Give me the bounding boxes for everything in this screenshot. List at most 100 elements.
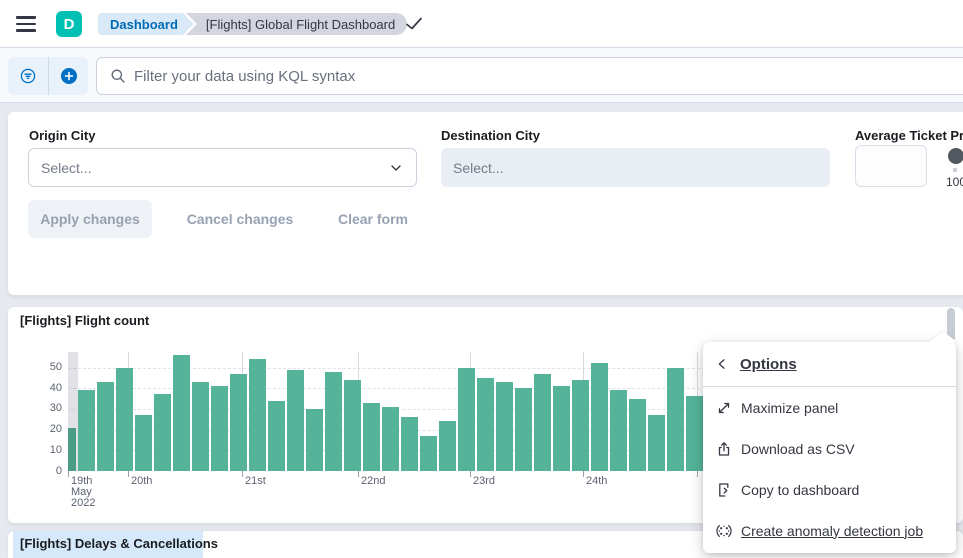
chart-bar[interactable] (610, 390, 628, 471)
menu-item-label: Copy to dashboard (741, 482, 859, 498)
y-axis-label: 30 (30, 402, 62, 414)
chart-bar[interactable] (686, 396, 704, 471)
x-axis-tick (128, 471, 129, 477)
x-axis-tick (242, 471, 243, 477)
menu-back-options[interactable]: Options (703, 342, 956, 386)
y-axis-label: 50 (30, 361, 62, 373)
menu-item-download-csv[interactable]: Download as CSV (703, 428, 956, 469)
chart-bar[interactable] (192, 382, 210, 471)
menu-item-create-anomaly-detection-job[interactable]: Create anomaly detection job (703, 510, 956, 551)
x-axis-tick (68, 471, 69, 477)
chart-bar[interactable] (230, 374, 248, 471)
query-bar (0, 48, 963, 103)
ml-icon (716, 523, 732, 539)
dashboard-controls-panel: Origin City Select... Destination City S… (8, 112, 963, 295)
plus-circle-icon (61, 68, 77, 84)
chart-bar[interactable] (135, 415, 153, 471)
chart-bar[interactable] (154, 394, 172, 471)
chart-bar[interactable] (477, 378, 495, 471)
apply-changes-button[interactable]: Apply changes (28, 200, 152, 238)
maximize-icon (716, 400, 732, 416)
price-slider-handle[interactable] (948, 148, 963, 164)
x-axis-label: 20th (131, 476, 152, 487)
chart-bar[interactable] (68, 428, 76, 471)
average-ticket-price-label: Average Ticket Price (855, 128, 963, 143)
x-axis-tick (358, 471, 359, 477)
chart-bar[interactable] (553, 386, 571, 471)
origin-city-placeholder: Select... (41, 160, 92, 176)
saved-filters-button[interactable] (8, 57, 48, 95)
chart-bar[interactable] (268, 401, 286, 471)
y-axis-label: 40 (30, 382, 62, 394)
panel-options-menu: Options Maximize panel Download as CSV C… (703, 342, 956, 553)
y-axis-label: 10 (30, 444, 62, 456)
chart-bar[interactable] (344, 380, 362, 471)
chart-bar[interactable] (591, 363, 609, 471)
chart-bar[interactable] (173, 355, 191, 471)
chart-bar[interactable] (249, 359, 267, 471)
menu-item-label: Create anomaly detection job (741, 523, 923, 539)
chart-bar[interactable] (306, 409, 324, 471)
flight-count-panel-title: [Flights] Flight count (16, 313, 153, 328)
chart-bar[interactable] (629, 399, 647, 471)
x-axis-label: 24th (586, 476, 607, 487)
top-navigation-bar: D Dashboard [Flights] Global Flight Dash… (0, 0, 963, 48)
chart-bar[interactable] (496, 382, 514, 471)
average-ticket-price-input[interactable] (855, 145, 927, 187)
menu-item-copy-to-dashboard[interactable]: Copy to dashboard (703, 469, 956, 510)
breadcrumb-dashboard[interactable]: Dashboard (98, 13, 194, 35)
origin-city-label: Origin City (29, 128, 95, 143)
chart-bar[interactable] (363, 403, 381, 471)
chart-bar[interactable] (648, 415, 666, 471)
chart-bar[interactable] (572, 380, 590, 471)
kql-search-box (96, 57, 963, 95)
chart-bar[interactable] (401, 417, 419, 471)
copy-icon (716, 482, 732, 498)
clear-form-button[interactable]: Clear form (326, 200, 420, 238)
chart-bar[interactable] (97, 382, 115, 471)
x-axis-label: 21st (245, 476, 266, 487)
chart-bar[interactable] (78, 390, 96, 471)
price-slider-min-label: 100 (944, 175, 963, 189)
chart-bar[interactable] (439, 421, 457, 471)
breadcrumb: Dashboard [Flights] Global Flight Dashbo… (98, 13, 407, 35)
popover-arrow (929, 331, 957, 342)
chart-bar[interactable] (420, 436, 438, 471)
origin-city-select[interactable]: Select... (28, 148, 417, 187)
price-slider-tick (953, 168, 957, 172)
chart-bar[interactable] (458, 368, 476, 472)
menu-item-label: Download as CSV (741, 441, 855, 457)
destination-city-select[interactable]: Select... (441, 148, 830, 187)
search-icon (110, 68, 126, 84)
delays-panel-title: [Flights] Delays & Cancellations (16, 536, 222, 551)
chart-bar[interactable] (116, 368, 134, 472)
chevron-down-icon (388, 160, 404, 176)
menu-item-maximize-panel[interactable]: Maximize panel (703, 387, 956, 428)
x-axis-tick (583, 471, 584, 477)
x-axis-label: 23rd (473, 476, 495, 487)
menu-header-label: Options (740, 356, 797, 373)
chart-bar[interactable] (287, 370, 305, 471)
download-icon (716, 441, 732, 457)
chart-bar[interactable] (325, 372, 343, 471)
chart-bar[interactable] (515, 388, 533, 471)
filter-controls-group (8, 57, 88, 95)
chart-bar[interactable] (382, 407, 400, 471)
breadcrumb-current-dashboard[interactable]: [Flights] Global Flight Dashboard (186, 13, 407, 35)
chart-bar[interactable] (667, 368, 685, 472)
chevron-left-icon (716, 358, 728, 370)
chart-bar[interactable] (211, 386, 229, 471)
destination-city-placeholder: Select... (453, 160, 504, 176)
cancel-changes-button[interactable]: Cancel changes (180, 200, 300, 238)
check-icon[interactable] (404, 15, 424, 33)
deployment-logo[interactable]: D (56, 11, 82, 37)
chart-bar[interactable] (534, 374, 552, 471)
x-axis-label: 22nd (361, 476, 385, 487)
x-axis-label: 19th May 2022 (71, 476, 95, 509)
filter-icon (20, 68, 36, 84)
y-axis-label: 0 (30, 465, 62, 477)
y-axis-label: 20 (30, 423, 62, 435)
add-filter-button[interactable] (48, 57, 88, 95)
kql-search-input[interactable] (134, 68, 963, 85)
menu-hamburger-icon[interactable] (16, 13, 40, 35)
